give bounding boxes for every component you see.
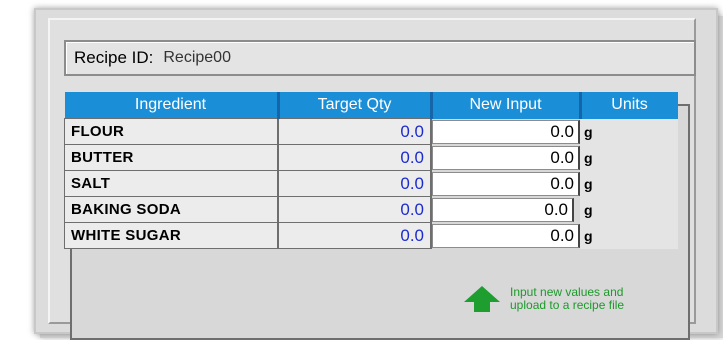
target-qty: 0.0	[277, 170, 432, 197]
target-qty: 0.0	[277, 144, 432, 171]
unit-label: g	[580, 118, 678, 145]
up-arrow-icon	[464, 286, 500, 312]
ingredient-name: FLOUR	[64, 118, 279, 145]
unit-label: g	[580, 222, 678, 249]
recipe-id-value: Recipe00	[163, 49, 231, 66]
recipe-id-bar: Recipe ID: Recipe00	[64, 40, 696, 76]
new-input-field[interactable]: 0.0	[432, 197, 574, 222]
new-input-field[interactable]: 0.0	[432, 145, 580, 170]
unit-label: g	[580, 144, 678, 171]
new-input-field[interactable]: 0.0	[432, 119, 580, 144]
header-new-input: New Input	[431, 92, 582, 119]
ingredient-name: BAKING SODA	[64, 196, 279, 223]
table-row: BAKING SODA 0.0 0.0 g	[64, 196, 678, 223]
unit-label: g	[580, 196, 678, 223]
hint-line-2: upload to a recipe file	[510, 298, 625, 312]
ingredient-name: BUTTER	[64, 144, 279, 171]
table-row: SALT 0.0 0.0 g	[64, 170, 678, 197]
header-ingredient: Ingredient	[64, 92, 280, 119]
new-input-field[interactable]: 0.0	[432, 223, 580, 248]
ingredient-table: Ingredient Target Qty New Input Units FL…	[64, 92, 679, 249]
hint-text: Input new values and upload to a recipe …	[510, 286, 624, 312]
header-target-qty: Target Qty	[278, 92, 433, 119]
table-header-row: Ingredient Target Qty New Input Units	[64, 92, 678, 119]
table-row: FLOUR 0.0 0.0 g	[64, 118, 678, 145]
ingredient-name: SALT	[64, 170, 279, 197]
ingredient-name: WHITE SUGAR	[64, 222, 279, 249]
upload-hint: Input new values and upload to a recipe …	[462, 284, 624, 314]
recipe-id-label: Recipe ID:	[74, 48, 154, 67]
target-qty: 0.0	[277, 222, 432, 249]
unit-label: g	[580, 170, 678, 197]
new-input-field[interactable]: 0.0	[432, 171, 580, 196]
target-qty: 0.0	[277, 118, 432, 145]
table-row: WHITE SUGAR 0.0 0.0 g	[64, 222, 678, 249]
table-row: BUTTER 0.0 0.0 g	[64, 144, 678, 171]
header-units: Units	[580, 92, 678, 119]
target-qty: 0.0	[277, 196, 432, 223]
